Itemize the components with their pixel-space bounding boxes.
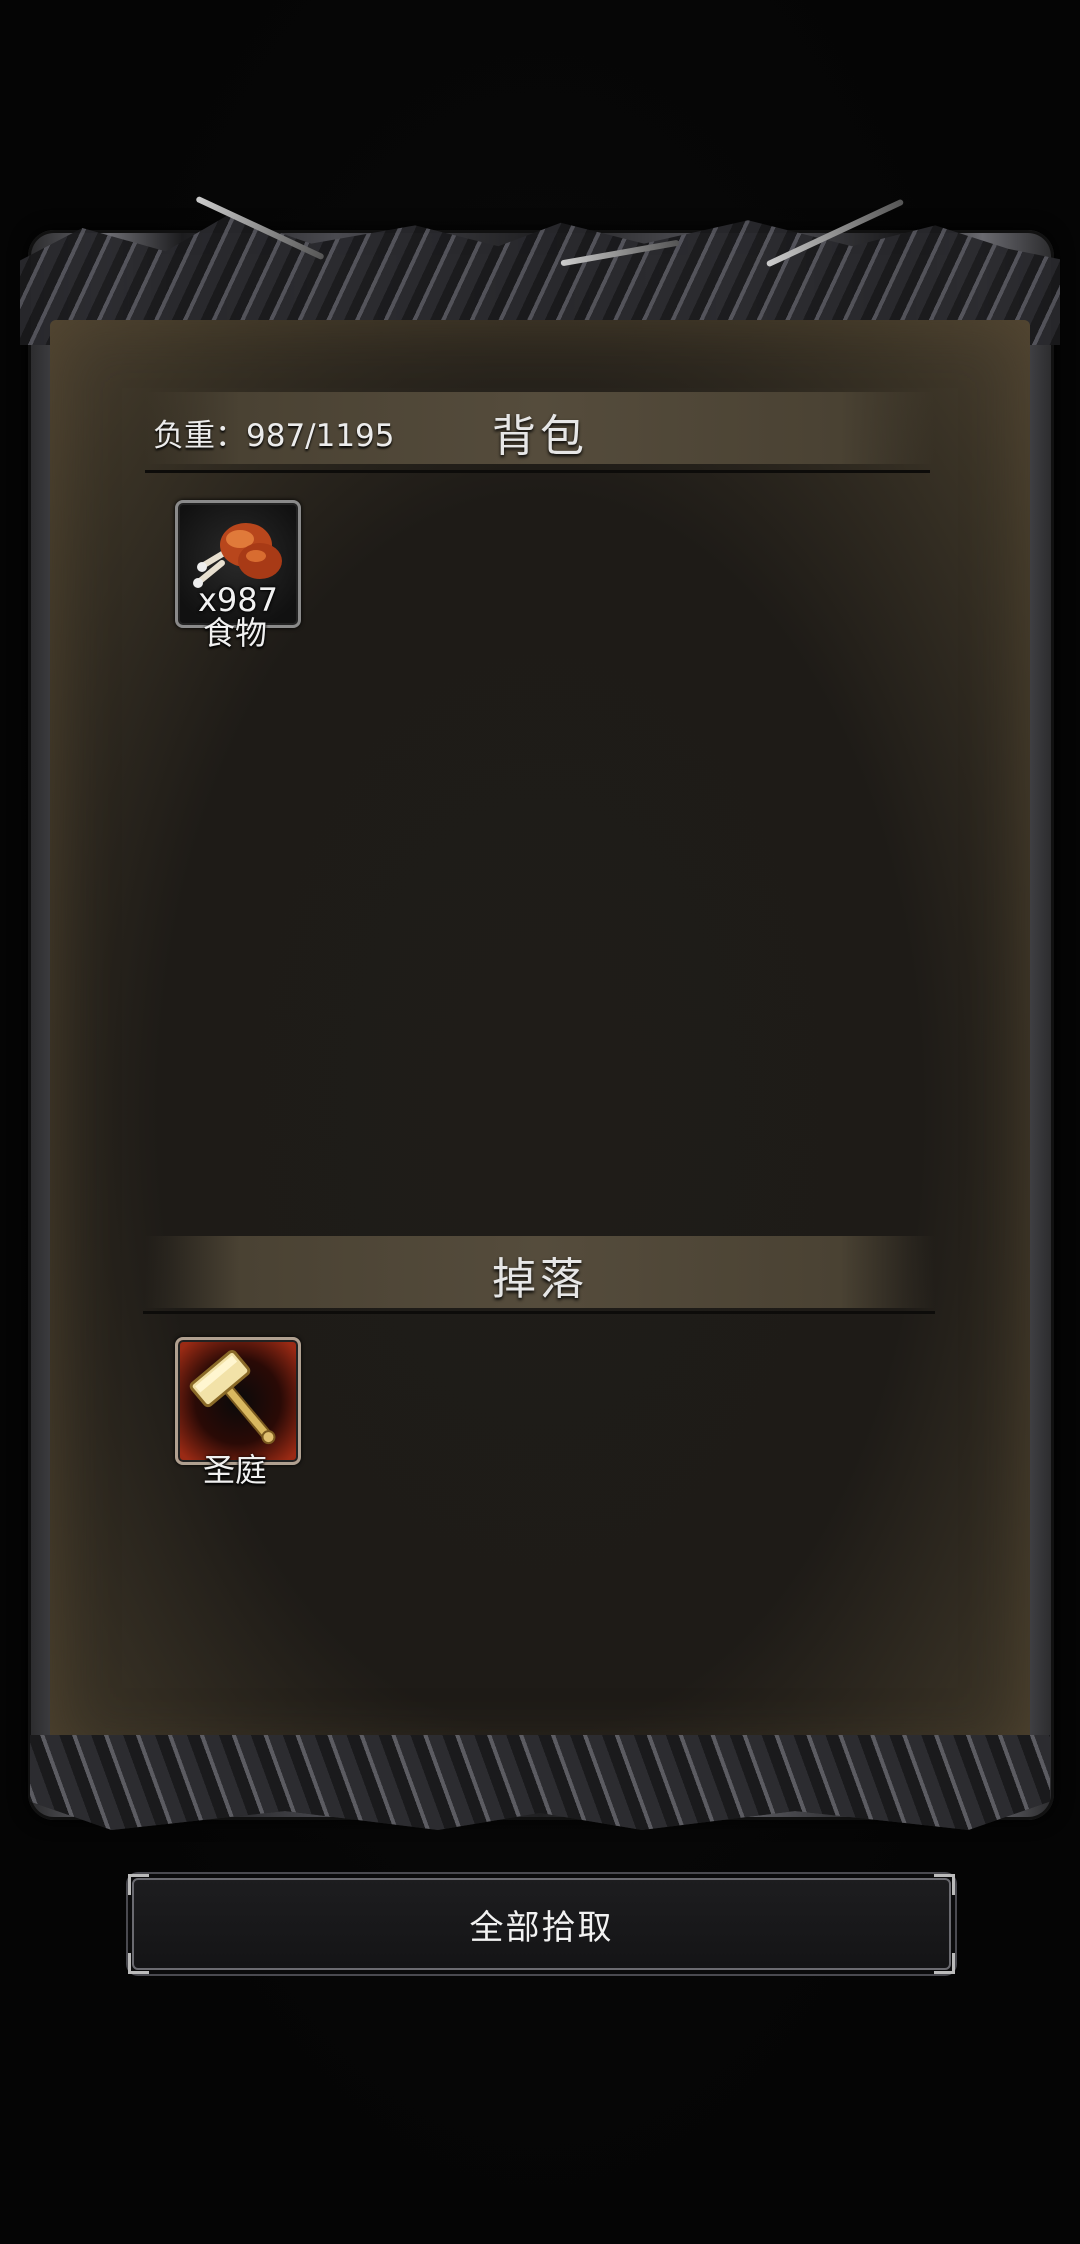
button-corner-ornament <box>934 1953 955 1974</box>
button-corner-ornament <box>128 1953 149 1974</box>
backpack-header-divider <box>145 470 930 473</box>
backpack-title: 背包 <box>492 411 588 462</box>
drops-title: 掉落 <box>492 1254 588 1305</box>
button-corner-ornament <box>128 1874 149 1895</box>
golden-hammer-icon <box>189 1349 276 1445</box>
button-corner-ornament <box>934 1874 955 1895</box>
backpack-item-name: 食物 <box>202 614 267 652</box>
loot-screen: 负重：987/1195 背包 x987 食物 掉落 圣庭 全部拾取 <box>0 0 1080 2244</box>
pickup-all-label: 全部拾取 <box>469 1907 614 1948</box>
pickup-all-button[interactable]: 全部拾取 <box>128 1874 955 1974</box>
drops-header-divider <box>143 1311 935 1314</box>
carry-weight-label: 负重：987/1195 <box>153 418 395 454</box>
drop-item-name: 圣庭 <box>202 1451 267 1489</box>
